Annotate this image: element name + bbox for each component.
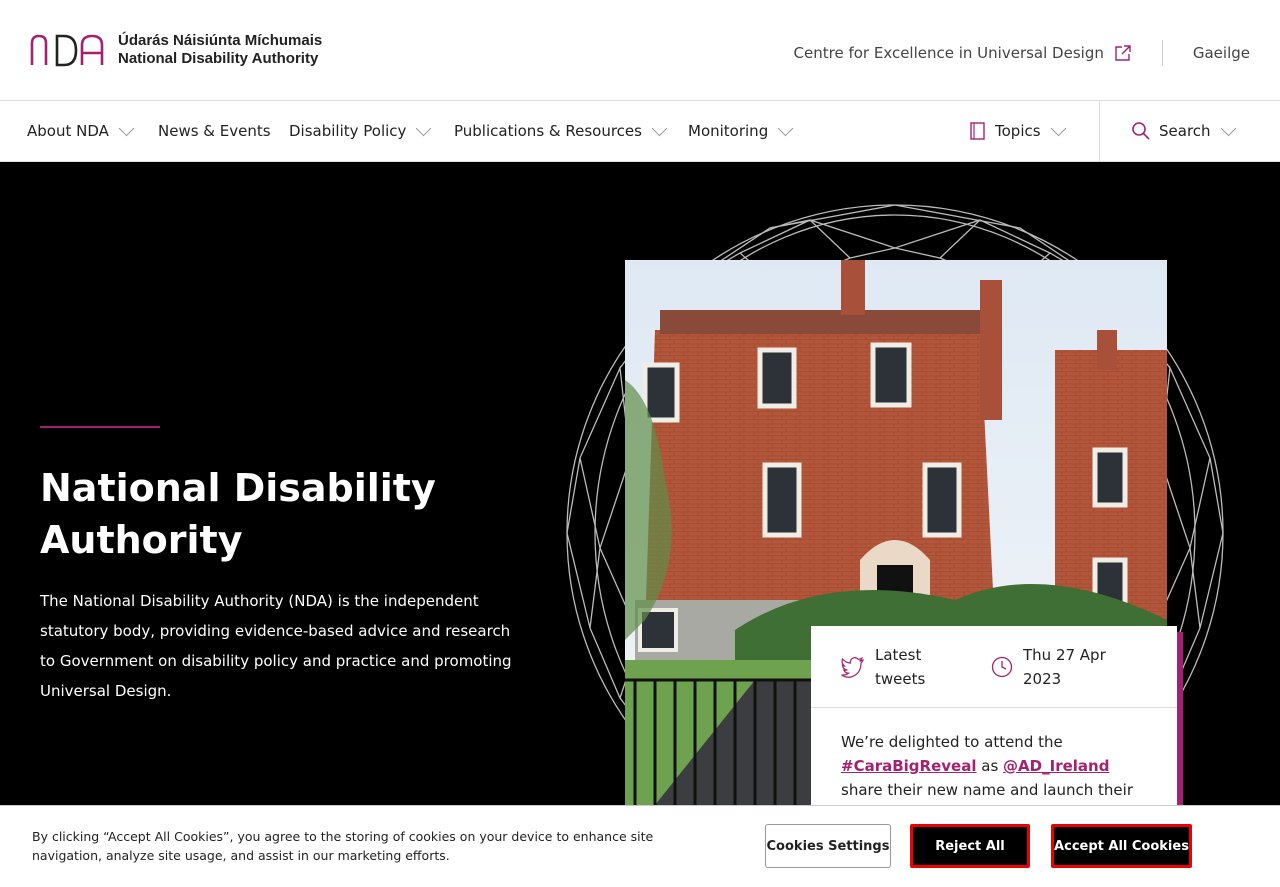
nav-item-publications-resources[interactable]: Publications & Resources: [454, 101, 668, 161]
latest-tweet-card: Latest tweets Thu 27 Apr 2023 We’re deli…: [811, 626, 1177, 826]
twitter-icon: [841, 656, 864, 678]
hero-description: The National Disability Authority (NDA) …: [40, 592, 512, 700]
main-navigation: About NDA News & Events Disability Polic…: [0, 100, 1280, 162]
utility-links: Centre for Excellence in Universal Desig…: [794, 40, 1250, 66]
tweet-text-start: We’re delighted to attend the: [841, 733, 1063, 751]
search-label: Search: [1159, 122, 1211, 140]
cfeud-link[interactable]: Centre for Excellence in Universal Desig…: [794, 44, 1132, 62]
nda-logo[interactable]: Údarás Náisiúnta Míchumais National Disa…: [30, 32, 322, 68]
logo-text: Údarás Náisiúnta Míchumais National Disa…: [118, 32, 322, 68]
nav-item-label: About NDA: [27, 122, 109, 140]
cfeud-link-label: Centre for Excellence in Universal Desig…: [793, 44, 1104, 62]
logo-english-name: National Disability Authority: [118, 50, 319, 67]
accept-all-cookies-button[interactable]: Accept All Cookies: [1051, 824, 1192, 868]
nav-item-label: News & Events: [158, 122, 271, 140]
site-header: Údarás Náisiúnta Míchumais National Disa…: [0, 0, 1280, 100]
nda-logo-mark: [30, 34, 104, 67]
tweet-mention-link[interactable]: @AD_Ireland: [1003, 757, 1109, 775]
search-icon: [1132, 122, 1150, 140]
topics-menu[interactable]: Topics: [969, 101, 1066, 161]
hero-accent-rule: [40, 426, 160, 428]
chevron-down-icon: [1050, 120, 1066, 136]
search-menu[interactable]: Search: [1131, 101, 1236, 161]
nav-item-label: Disability Policy: [289, 122, 407, 140]
tweet-card-header: Latest tweets Thu 27 Apr 2023: [811, 626, 1177, 708]
chevron-down-icon: [416, 120, 432, 136]
chevron-down-icon: [777, 120, 794, 136]
tweet-hashtag-link[interactable]: #CaraBigReveal: [841, 757, 976, 775]
external-link-icon: [1115, 45, 1131, 61]
divider: [1161, 40, 1163, 66]
chevron-down-icon: [651, 120, 668, 136]
nav-item-monitoring[interactable]: Monitoring: [688, 101, 794, 161]
language-link[interactable]: Gaeilge: [1193, 44, 1250, 62]
tweet-date: Thu 27 Apr 2023: [991, 643, 1123, 691]
reject-all-button[interactable]: Reject All: [910, 824, 1030, 868]
chevron-down-icon: [1220, 120, 1236, 136]
tweet-source-label: Latest tweets: [875, 645, 926, 688]
cookies-settings-button[interactable]: Cookies Settings: [765, 824, 891, 868]
nav-item-about-nda[interactable]: About NDA: [27, 101, 135, 161]
nav-item-disability-policy[interactable]: Disability Policy: [289, 101, 432, 161]
nav-divider: [1099, 101, 1100, 161]
hero-section: National Disability Authority The Nation…: [0, 162, 1280, 887]
nav-item-news-events[interactable]: News & Events: [158, 101, 271, 161]
logo-irish-name: Údarás Náisiúnta Míchumais: [118, 32, 323, 49]
page-title: National Disability Authority: [40, 466, 436, 562]
tweet-source: Latest tweets: [841, 643, 991, 691]
tweet-date-label: Thu 27 Apr 2023: [1023, 645, 1106, 688]
clock-icon: [991, 656, 1013, 677]
nav-item-label: Monitoring: [688, 122, 769, 140]
cookie-consent-text: By clicking “Accept All Cookies”, you ag…: [32, 829, 654, 863]
nav-item-label: Publications & Resources: [454, 122, 642, 140]
chevron-down-icon: [118, 120, 135, 136]
book-icon: [970, 122, 985, 140]
tweet-text-mid: as: [981, 757, 999, 775]
topics-label: Topics: [995, 122, 1041, 140]
cookie-consent-banner: By clicking “Accept All Cookies”, you ag…: [0, 805, 1280, 887]
